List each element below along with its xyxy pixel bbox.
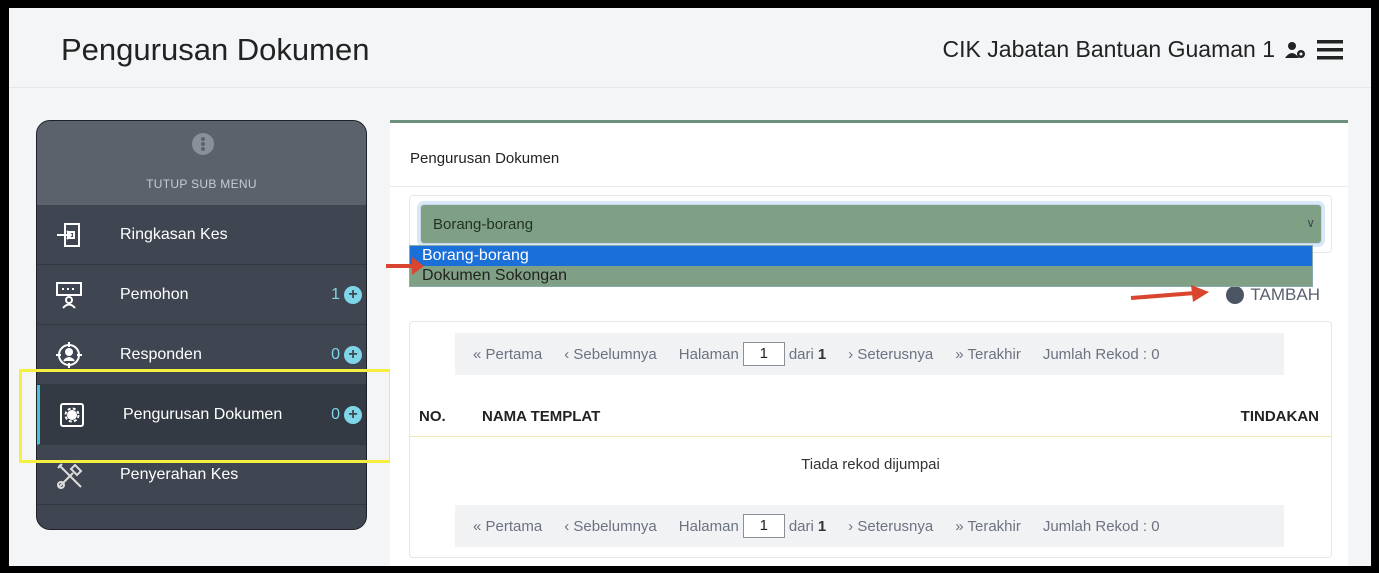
more-vertical-icon xyxy=(192,133,214,155)
add-button[interactable]: TAMBAH xyxy=(1226,285,1320,305)
select-value: Borang-borang xyxy=(433,216,534,233)
sidebar-item-ringkasan-kes[interactable]: Ringkasan Kes xyxy=(37,205,366,265)
highlight-box xyxy=(19,369,392,463)
first-page-link[interactable]: « Pertama xyxy=(473,518,542,535)
annotation-arrow xyxy=(1130,285,1209,302)
sidebar-toggle-label: TUTUP SUB MENU xyxy=(146,177,257,191)
presenter-icon xyxy=(55,281,83,314)
annotation-arrow xyxy=(386,257,424,275)
count-badge: 1 xyxy=(331,286,340,303)
panel-title: Pengurusan Dokumen xyxy=(410,150,560,167)
page-title: Pengurusan Dokumen xyxy=(61,32,370,67)
empty-message: Tiada rekod dijumpai xyxy=(801,456,940,473)
add-button-label: TAMBAH xyxy=(1250,285,1320,304)
count-badge: 0 xyxy=(331,346,340,363)
plus-circle-icon xyxy=(1226,286,1245,304)
col-nama-templat: NAMA TEMPLAT xyxy=(482,408,601,425)
prev-page-link[interactable]: ‹ Sebelumnya xyxy=(564,346,657,363)
hamburger-menu-icon[interactable] xyxy=(1317,39,1343,60)
sidebar-item-label: Penyerahan Kes xyxy=(120,466,239,483)
last-page-link[interactable]: » Terakhir xyxy=(955,518,1021,535)
page-input[interactable]: 1 xyxy=(742,342,785,366)
document-type-select[interactable]: Borang-borang ∨ xyxy=(420,204,1322,244)
pagination-bottom: « Pertama ‹ Sebelumnya Halaman 1 dari 1 › … xyxy=(455,505,1284,547)
sidebar-item-pemohon[interactable]: Pemohon 1 + xyxy=(37,265,366,325)
document-table: « Pertama ‹ Sebelumnya Halaman 1 dari 1 › … xyxy=(409,321,1332,558)
tools-icon xyxy=(55,461,85,496)
col-tindakan: TINDAKAN xyxy=(1240,408,1319,425)
user-name: CIK Jabatan Bantuan Guaman 1 xyxy=(942,36,1275,62)
pagination-top: « Pertama ‹ Sebelumnya Halaman 1 dari 1 › … xyxy=(455,333,1284,375)
divider xyxy=(390,186,1348,187)
record-count: Jumlah Rekod : 0 xyxy=(1042,517,1160,535)
chevron-down-icon: ∨ xyxy=(1306,216,1315,230)
sidebar-item-label: Responden xyxy=(120,346,202,363)
sidebar: TUTUP SUB MENU Ringkasan Kes Pemohon 1 +… xyxy=(36,120,367,530)
record-count: Jumlah Rekod : 0 xyxy=(1042,345,1160,363)
select-dropdown: Borang-borang Dokumen Sokongan xyxy=(409,245,1313,287)
option-borang-borang[interactable]: Borang-borang xyxy=(410,246,1312,266)
sidebar-toggle[interactable]: TUTUP SUB MENU xyxy=(37,121,366,205)
user-settings-icon[interactable] xyxy=(1285,41,1307,59)
first-page-link[interactable]: « Pertama xyxy=(473,346,542,363)
prev-page-link[interactable]: ‹ Sebelumnya xyxy=(564,518,657,535)
sidebar-item-label: Pemohon xyxy=(120,286,189,303)
next-page-link[interactable]: › Seterusnya xyxy=(848,518,933,535)
sidebar-item-label: Ringkasan Kes xyxy=(120,226,228,243)
page-indicator: Halaman 1 dari 1 xyxy=(679,514,826,538)
last-page-link[interactable]: » Terakhir xyxy=(955,346,1021,363)
table-header: NO. NAMA TEMPLAT TINDAKAN xyxy=(410,400,1331,437)
add-pemohon-button[interactable]: + xyxy=(344,286,362,304)
next-page-link[interactable]: › Seterusnya xyxy=(848,346,933,363)
page-indicator: Halaman 1 dari 1 xyxy=(679,342,826,366)
top-bar: Pengurusan Dokumen CIK Jabatan Bantuan G… xyxy=(9,8,1371,88)
option-dokumen-sokongan[interactable]: Dokumen Sokongan xyxy=(410,266,1312,286)
add-responden-button[interactable]: + xyxy=(344,346,362,364)
user-area: CIK Jabatan Bantuan Guaman 1 xyxy=(943,36,1343,63)
col-no: NO. xyxy=(419,408,446,425)
main-panel: Pengurusan Dokumen Borang-borang ∨ TAMBA… xyxy=(390,120,1348,566)
sign-in-icon xyxy=(55,221,83,254)
page-input[interactable]: 1 xyxy=(742,514,785,538)
